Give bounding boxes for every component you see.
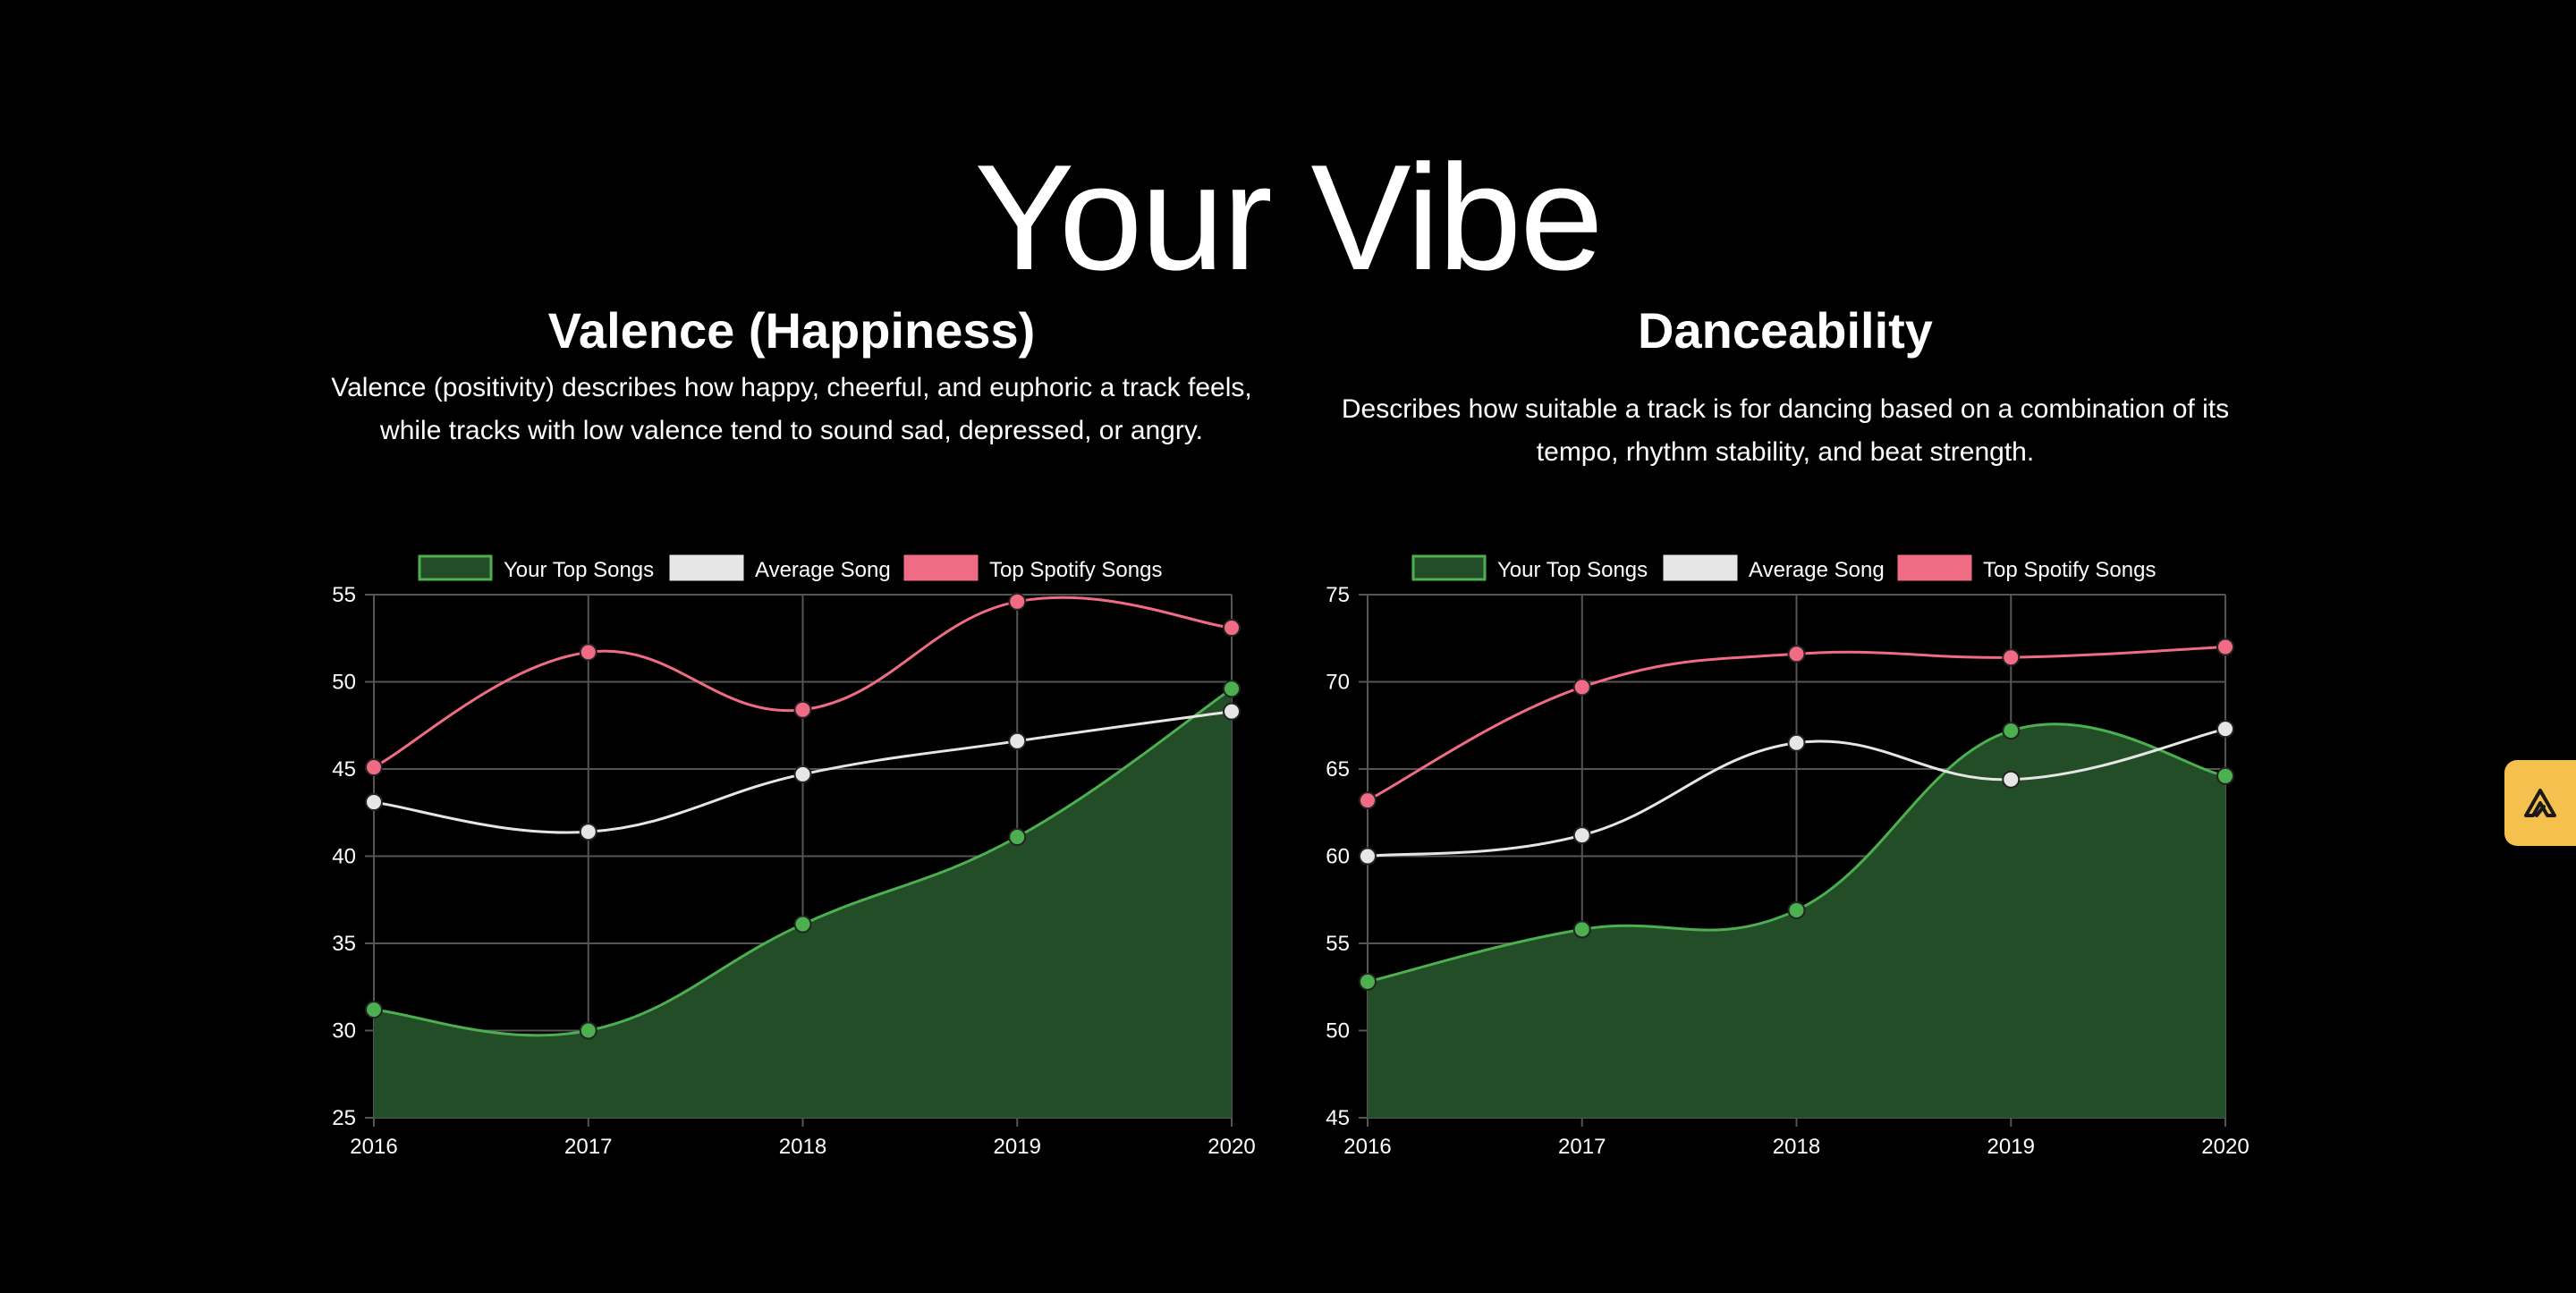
pennant-logo-icon xyxy=(2524,789,2556,817)
y-tick-label: 75 xyxy=(1326,583,1350,607)
legend-swatch-top-spotify-songs xyxy=(903,554,979,581)
danceability-title: Danceability xyxy=(1638,302,1933,359)
y-tick-label: 45 xyxy=(1326,1106,1350,1130)
legend-label-average-song: Average Song xyxy=(1749,558,1885,582)
valence-chart: Your Top Songs Average Song Top Spotify So… xyxy=(332,554,1256,1159)
y-tick-label: 40 xyxy=(332,845,356,869)
data-point-your-top-songs xyxy=(579,1021,597,1040)
chart-legend: Your Top Songs Average Song Top Spotify So… xyxy=(418,554,1162,582)
legend-label-average-song: Average Song xyxy=(755,558,891,582)
danceability-panel: Danceability Describes how suitable a tr… xyxy=(1302,295,2268,1159)
valence-title: Valence (Happiness) xyxy=(547,302,1036,359)
chart-legend: Your Top Songs Average Song Top Spotify So… xyxy=(1411,554,2156,582)
valence-panel: Valence (Happiness) Valence (positivity)… xyxy=(309,295,1275,1159)
y-tick-label: 65 xyxy=(1326,757,1350,782)
y-tick-label: 45 xyxy=(332,757,356,782)
data-point-your-top-songs xyxy=(1787,900,1806,919)
data-point-your-top-songs xyxy=(793,915,812,934)
x-tick-label: 2018 xyxy=(1773,1135,1820,1159)
data-point-your-top-songs xyxy=(2216,766,2234,785)
x-tick-label: 2016 xyxy=(350,1135,397,1159)
data-point-your-top-songs xyxy=(365,1001,383,1019)
legend-swatch-average-song xyxy=(669,554,744,581)
data-point-your-top-songs xyxy=(1359,972,1377,991)
legend-swatch-your-top-songs xyxy=(418,554,493,581)
y-tick-label: 55 xyxy=(1326,932,1350,956)
data-point-your-top-songs xyxy=(1572,920,1591,939)
y-tick-label: 35 xyxy=(332,932,356,956)
x-tick-label: 2017 xyxy=(1558,1135,1606,1159)
data-point-average-song xyxy=(1359,847,1377,866)
data-point-average-song xyxy=(365,793,383,812)
page-title: Your Vibe xyxy=(974,132,1603,301)
y-tick-label: 55 xyxy=(332,583,356,607)
data-point-average-song xyxy=(2216,720,2234,739)
x-tick-label: 2019 xyxy=(1987,1135,2035,1159)
y-tick-label: 60 xyxy=(1326,845,1350,869)
danceability-chart: Your Top Songs Average Song Top Spotify So… xyxy=(1326,554,2250,1159)
data-point-top-spotify-songs xyxy=(1787,645,1806,663)
danceability-description: Describes how suitable a track is for da… xyxy=(1341,394,2230,467)
data-point-average-song xyxy=(579,823,597,841)
data-point-average-song xyxy=(1223,702,1241,721)
y-tick-label: 25 xyxy=(332,1106,356,1130)
data-point-top-spotify-songs xyxy=(365,758,383,777)
x-tick-label: 2017 xyxy=(564,1135,612,1159)
x-tick-label: 2016 xyxy=(1343,1135,1391,1159)
x-tick-label: 2020 xyxy=(1208,1135,1255,1159)
data-point-top-spotify-songs xyxy=(1572,678,1591,697)
y-tick-label: 70 xyxy=(1326,671,1350,695)
data-point-your-top-songs xyxy=(1223,680,1241,698)
legend-label-your-top-songs: Your Top Songs xyxy=(1497,558,1648,582)
data-point-top-spotify-songs xyxy=(1223,619,1241,638)
x-tick-label: 2018 xyxy=(779,1135,826,1159)
legend-swatch-average-song xyxy=(1663,554,1738,581)
y-tick-label: 50 xyxy=(332,671,356,695)
data-point-top-spotify-songs xyxy=(2002,648,2021,667)
legend-label-your-top-songs: Your Top Songs xyxy=(504,558,654,582)
data-point-your-top-songs xyxy=(2002,722,2021,740)
x-tick-label: 2019 xyxy=(994,1135,1041,1159)
y-tick-label: 30 xyxy=(332,1019,356,1044)
data-point-average-song xyxy=(1572,826,1591,845)
data-point-top-spotify-songs xyxy=(2216,638,2234,656)
x-tick-label: 2020 xyxy=(2201,1135,2249,1159)
y-tick-label: 50 xyxy=(1326,1019,1350,1044)
data-point-average-song xyxy=(793,765,812,783)
page: Your Vibe Valence (Happiness) Valence (p… xyxy=(0,0,2576,1293)
data-point-average-song xyxy=(1787,733,1806,752)
legend-label-top-spotify-songs: Top Spotify Songs xyxy=(989,558,1162,582)
valence-description: Valence (positivity) describes how happy… xyxy=(331,373,1252,445)
data-point-top-spotify-songs xyxy=(1359,791,1377,810)
data-point-average-song xyxy=(1008,731,1027,750)
data-point-top-spotify-songs xyxy=(1008,592,1027,611)
data-point-top-spotify-songs xyxy=(793,700,812,719)
side-tab-button[interactable] xyxy=(2504,760,2576,846)
legend-swatch-your-top-songs xyxy=(1411,554,1487,581)
legend-swatch-top-spotify-songs xyxy=(1897,554,1972,581)
data-point-your-top-songs xyxy=(1008,828,1027,847)
legend-label-top-spotify-songs: Top Spotify Songs xyxy=(1983,558,2156,582)
data-point-top-spotify-songs xyxy=(579,643,597,662)
data-point-average-song xyxy=(2002,770,2021,789)
